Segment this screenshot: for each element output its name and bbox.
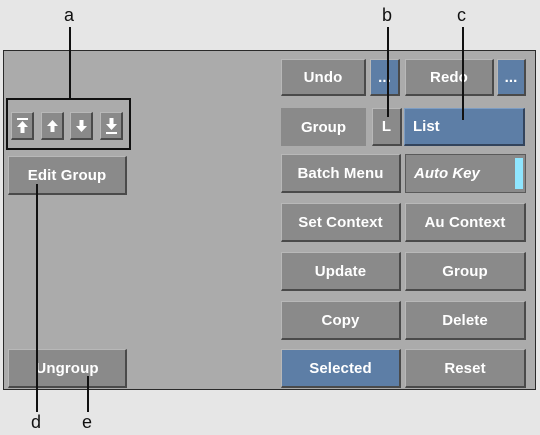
batch-menu-button[interactable]: Batch Menu <box>281 154 401 193</box>
callout-d: d <box>31 412 42 432</box>
au-context-button[interactable]: Au Context <box>405 203 526 242</box>
callout-b-line <box>387 27 389 117</box>
callout-e: e <box>82 412 93 432</box>
callout-c-line <box>462 27 464 120</box>
move-down-button[interactable] <box>70 112 93 140</box>
edit-group-button[interactable]: Edit Group <box>8 156 127 195</box>
group-list-field[interactable]: List <box>404 108 525 146</box>
callout-a: a <box>64 5 75 25</box>
callout-e-line <box>87 376 89 412</box>
group-field-label: Group <box>281 108 366 146</box>
move-to-bottom-icon <box>105 117 117 134</box>
callout-b: b <box>382 5 393 25</box>
move-to-bottom-button[interactable] <box>100 112 123 140</box>
callout-a-line <box>69 27 71 99</box>
callout-c: c <box>457 5 466 25</box>
undo-button[interactable]: Undo <box>281 59 366 96</box>
ungroup-button[interactable]: Ungroup <box>8 349 127 388</box>
redo-button[interactable]: Redo <box>405 59 494 96</box>
undo-more-button[interactable]: ... <box>370 59 400 96</box>
move-to-top-icon <box>16 117 28 133</box>
auto-key-label: Auto Key <box>414 165 480 182</box>
move-to-top-button[interactable] <box>11 112 34 140</box>
redo-more-button[interactable]: ... <box>497 59 526 96</box>
callout-d-line <box>36 184 38 412</box>
auto-key-indicator <box>515 158 523 189</box>
auto-key-toggle[interactable]: Auto Key <box>405 154 526 193</box>
reset-button[interactable]: Reset <box>405 349 526 388</box>
move-up-button[interactable] <box>41 112 64 140</box>
move-down-icon <box>75 119 87 132</box>
group-button[interactable]: Group <box>405 252 526 291</box>
move-up-icon <box>46 119 58 132</box>
set-context-button[interactable]: Set Context <box>281 203 401 242</box>
update-button[interactable]: Update <box>281 252 401 291</box>
copy-button[interactable]: Copy <box>281 301 401 340</box>
selected-button[interactable]: Selected <box>281 349 401 388</box>
delete-button[interactable]: Delete <box>405 301 526 340</box>
reorder-button-group <box>6 98 131 150</box>
